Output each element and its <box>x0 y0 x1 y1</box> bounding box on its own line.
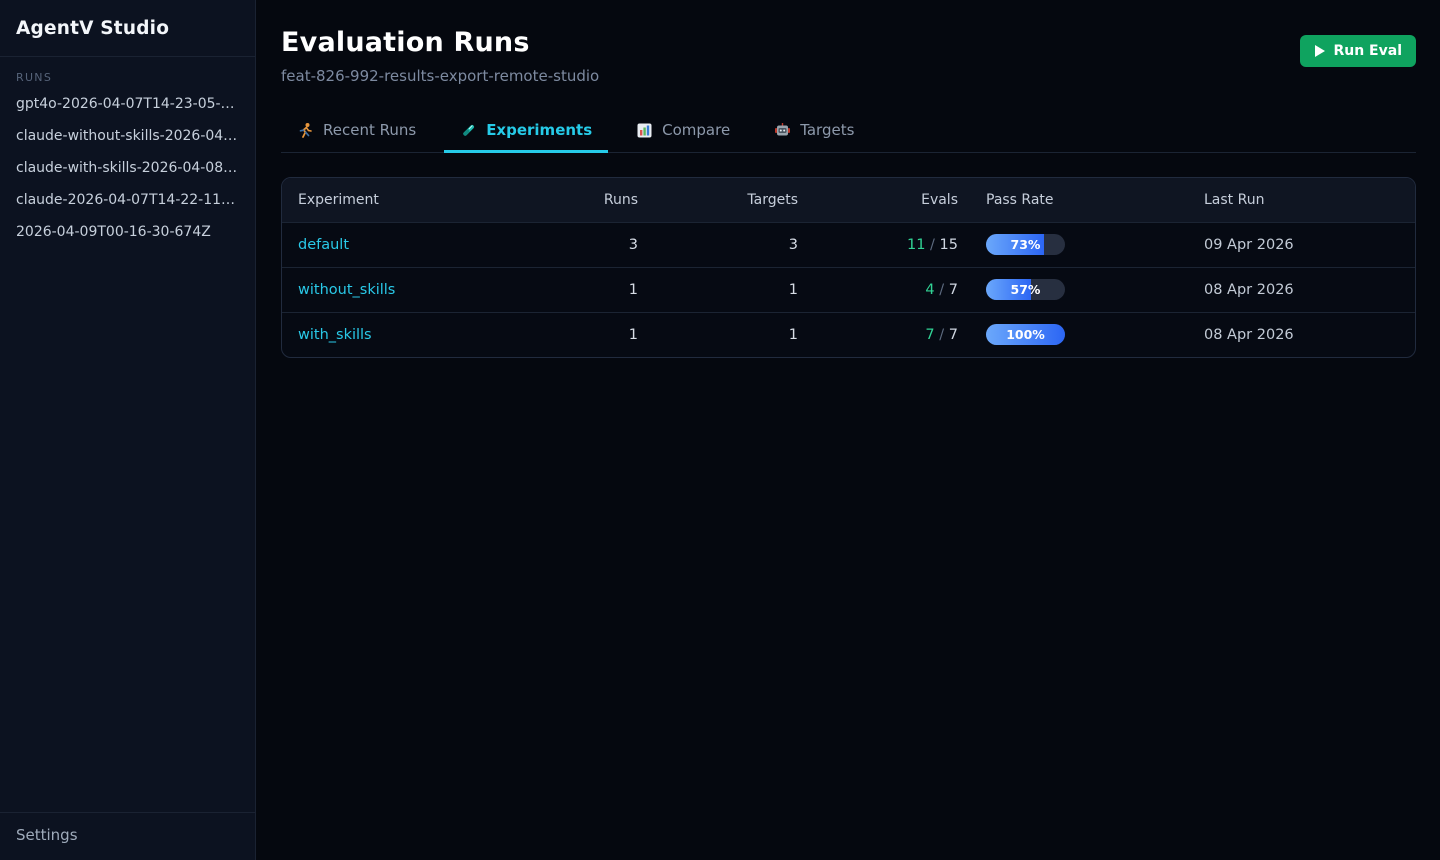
runs-cell: 3 <box>522 222 654 267</box>
tab-compare[interactable]: Compare <box>620 112 746 153</box>
test-tube-icon <box>460 122 477 139</box>
table-row-default: default 3 3 11 / 15 73% 09 Apr 2026 <box>282 222 1416 267</box>
experiments-table-card: Experiment Runs Targets Evals Pass Rate … <box>281 177 1416 358</box>
pass-rate-label: 73% <box>986 234 1065 255</box>
tab-targets-label: Targets <box>800 121 854 139</box>
runs-cell: 1 <box>522 267 654 312</box>
pass-rate-cell: 57% <box>974 267 1204 312</box>
app-window: AgentV Studio RUNS gpt4o-2026-04-07T14-2… <box>0 0 1440 860</box>
last-run-cell: 08 Apr 2026 <box>1204 267 1416 312</box>
column-header-targets: Targets <box>654 178 814 222</box>
pass-rate-label: 57% <box>986 279 1065 300</box>
table-header-row: Experiment Runs Targets Evals Pass Rate … <box>282 178 1416 222</box>
evals-total: 7 <box>949 327 958 343</box>
pass-rate-cell: 73% <box>974 222 1204 267</box>
column-header-evals: Evals <box>814 178 974 222</box>
app-title: AgentV Studio <box>16 18 169 39</box>
experiment-link-default[interactable]: default <box>298 237 349 253</box>
page-title: Evaluation Runs <box>281 27 599 58</box>
sidebar-item-run-claude-without-skills[interactable]: claude-without-skills-2026-04… <box>0 120 255 152</box>
evals-separator: / <box>930 237 935 253</box>
pass-rate-pill: 73% <box>986 234 1065 255</box>
tab-experiments[interactable]: Experiments <box>444 112 608 153</box>
sidebar-item-run-claude-with-skills[interactable]: claude-with-skills-2026-04-08… <box>0 152 255 184</box>
runs-cell: 1 <box>522 312 654 357</box>
last-run-cell: 09 Apr 2026 <box>1204 222 1416 267</box>
experiment-link-with-skills[interactable]: with_skills <box>298 327 372 343</box>
evals-total: 7 <box>949 282 958 298</box>
bar-chart-icon <box>636 122 653 139</box>
tab-recent-runs-label: Recent Runs <box>323 121 416 139</box>
sidebar-item-run-timestamp[interactable]: 2026-04-09T00-16-30-674Z <box>0 216 255 248</box>
pass-rate-pill: 57% <box>986 279 1065 300</box>
evals-passed: 11 <box>907 237 925 253</box>
table-row-without-skills: without_skills 1 1 4 / 7 57% 08 Apr 2026 <box>282 267 1416 312</box>
robot-icon <box>774 122 791 139</box>
last-run-cell: 08 Apr 2026 <box>1204 312 1416 357</box>
sidebar-header: AgentV Studio <box>0 0 255 57</box>
evals-cell: 11 / 15 <box>814 222 974 267</box>
evals-separator: / <box>939 282 944 298</box>
run-eval-label: Run Eval <box>1333 43 1402 59</box>
page-subtitle: feat-826-992-results-export-remote-studi… <box>281 67 599 85</box>
experiments-table: Experiment Runs Targets Evals Pass Rate … <box>282 178 1416 357</box>
evals-passed: 7 <box>925 327 934 343</box>
tab-compare-label: Compare <box>662 121 730 139</box>
evals-separator: / <box>939 327 944 343</box>
sidebar-spacer <box>0 248 255 812</box>
page-header: Evaluation Runs feat-826-992-results-exp… <box>281 27 1416 85</box>
targets-cell: 3 <box>654 222 814 267</box>
run-eval-button[interactable]: Run Eval <box>1300 35 1416 67</box>
page-header-text: Evaluation Runs feat-826-992-results-exp… <box>281 27 599 85</box>
column-header-last-run: Last Run <box>1204 178 1416 222</box>
evals-cell: 4 / 7 <box>814 267 974 312</box>
runs-section-label: RUNS <box>16 71 239 84</box>
pass-rate-pill: 100% <box>986 324 1065 345</box>
targets-cell: 1 <box>654 267 814 312</box>
play-icon <box>1314 45 1325 57</box>
experiment-link-without-skills[interactable]: without_skills <box>298 282 395 298</box>
column-header-experiment: Experiment <box>282 178 522 222</box>
evals-total: 15 <box>940 237 958 253</box>
targets-cell: 1 <box>654 312 814 357</box>
tab-targets[interactable]: Targets <box>758 112 870 153</box>
tab-recent-runs[interactable]: Recent Runs <box>281 112 432 153</box>
tab-experiments-label: Experiments <box>486 121 592 139</box>
run-list: gpt4o-2026-04-07T14-23-05-… claude-witho… <box>0 88 255 248</box>
pass-rate-cell: 100% <box>974 312 1204 357</box>
column-header-pass-rate: Pass Rate <box>974 178 1204 222</box>
table-row-with-skills: with_skills 1 1 7 / 7 100% 08 Apr 2026 <box>282 312 1416 357</box>
tab-bar: Recent Runs Experiments <box>281 112 1416 153</box>
evals-passed: 4 <box>925 282 934 298</box>
evals-cell: 7 / 7 <box>814 312 974 357</box>
sidebar-item-run-claude[interactable]: claude-2026-04-07T14-22-11… <box>0 184 255 216</box>
sidebar: AgentV Studio RUNS gpt4o-2026-04-07T14-2… <box>0 0 256 860</box>
settings-link[interactable]: Settings <box>16 826 239 844</box>
main-content: Evaluation Runs feat-826-992-results-exp… <box>256 0 1440 860</box>
sidebar-item-run-gpt4o[interactable]: gpt4o-2026-04-07T14-23-05-… <box>0 88 255 120</box>
runner-icon <box>297 122 314 139</box>
pass-rate-label: 100% <box>986 324 1065 345</box>
column-header-runs: Runs <box>522 178 654 222</box>
sidebar-footer: Settings <box>0 812 255 860</box>
